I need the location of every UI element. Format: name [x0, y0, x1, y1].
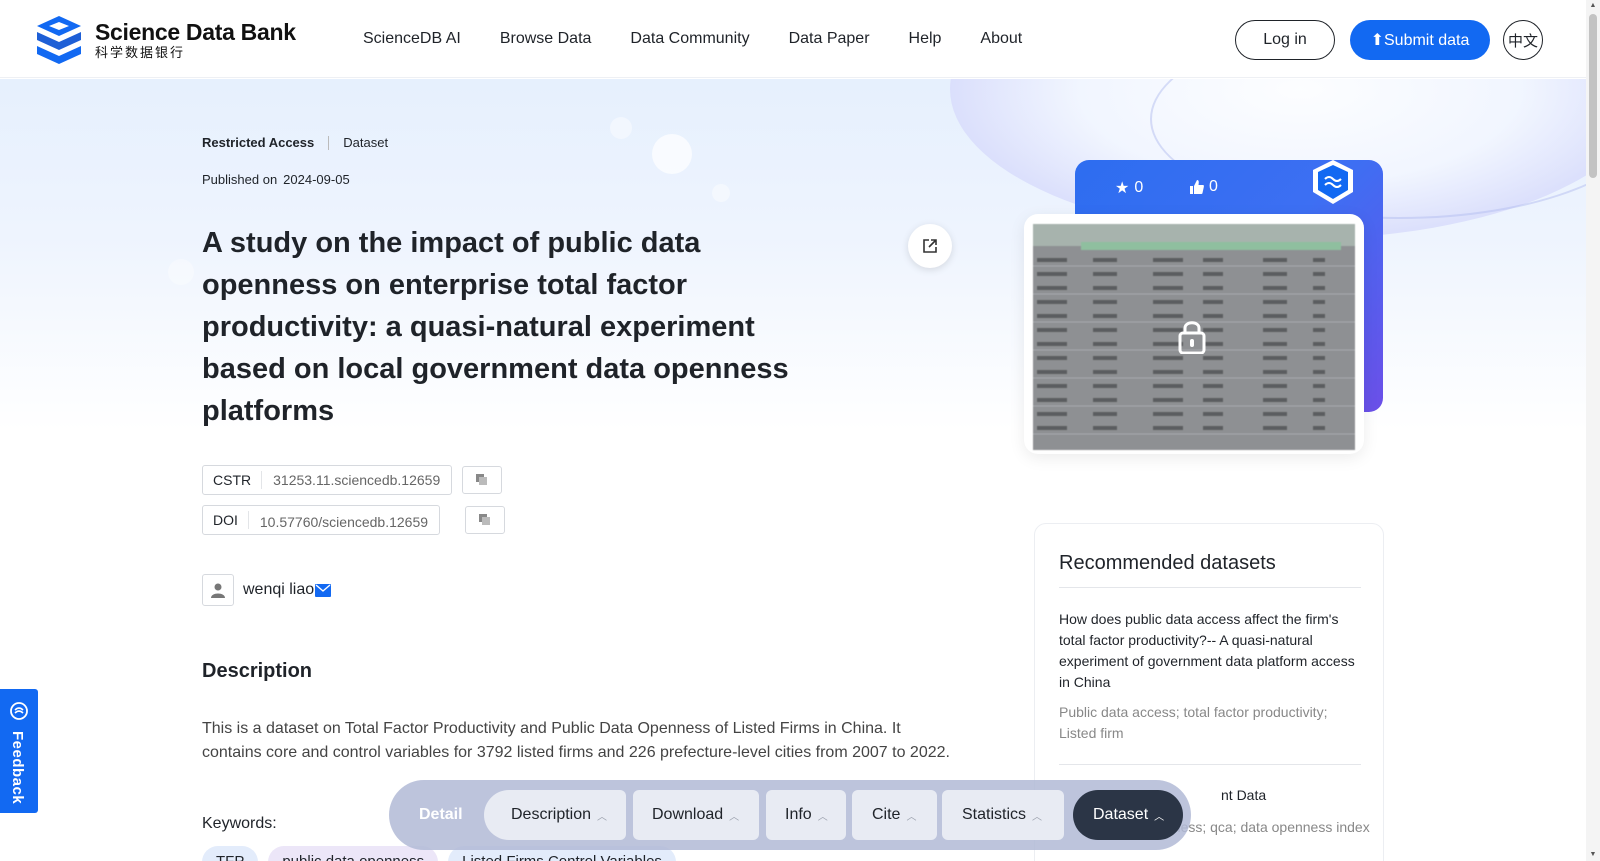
chevron-up-icon: ︿ — [729, 811, 740, 823]
keywords-heading: Keywords: — [202, 815, 277, 832]
recommended-item-keywords: Public data access; total factor product… — [1059, 704, 1328, 741]
published-info: Published on 2024-09-05 — [202, 172, 350, 187]
cstr-label: CSTR — [203, 471, 263, 489]
nav-about[interactable]: About — [980, 30, 1022, 48]
copy-cstr-button[interactable] — [462, 466, 502, 494]
molecule-decoration — [610, 117, 632, 139]
cstr-box: CSTR 31253.11.sciencedb.12659 — [202, 465, 453, 495]
nav-browse-data[interactable]: Browse Data — [500, 30, 592, 48]
nav-sciencedb-ai[interactable]: ScienceDB AI — [363, 30, 461, 48]
divider — [1059, 764, 1361, 765]
logo-mark-icon — [37, 16, 81, 64]
published-date: 2024-09-05 — [283, 172, 350, 187]
description-heading: Description — [202, 660, 313, 682]
recommended-item-title[interactable]: How does public data access affect the f… — [1059, 609, 1364, 693]
tab-download[interactable]: Download ︿ — [633, 790, 759, 840]
chevron-up-icon: ︿ — [1032, 811, 1043, 823]
tab-description[interactable]: Description ︿ — [484, 790, 626, 840]
main-nav: ScienceDB AI Browse Data Data Community … — [363, 30, 1061, 48]
shield-icon — [1313, 160, 1353, 204]
logo-name-cn: 科学数据银行 — [95, 45, 186, 60]
molecule-decoration — [712, 184, 730, 202]
keyword-tag[interactable]: TFP — [202, 846, 259, 861]
section-nav-bar: Detail Description ︿ Download ︿ Info ︿ Cite… — [389, 780, 1191, 850]
tab-statistics-label: Statistics — [962, 806, 1027, 823]
divider — [1059, 587, 1361, 588]
dataset-meta: Restricted Access Dataset — [202, 135, 388, 150]
like-count-value: 0 — [1209, 178, 1218, 195]
nav-data-community[interactable]: Data Community — [630, 30, 749, 48]
tab-cite[interactable]: Cite ︿ — [852, 790, 937, 840]
chevron-up-icon: ︿ — [817, 811, 828, 823]
section-nav-detail-label: Detail — [419, 806, 463, 823]
feedback-label: Feedback — [9, 731, 26, 805]
share-icon — [923, 239, 937, 253]
nav-help[interactable]: Help — [909, 30, 942, 48]
star-count[interactable]: ★ 0 — [1115, 178, 1143, 198]
logo-name-en: Science Data Bank — [95, 19, 296, 45]
tab-statistics[interactable]: Statistics ︿ — [942, 790, 1064, 840]
star-icon: ★ — [1115, 180, 1130, 197]
chevron-up-icon: ︿ — [597, 811, 608, 823]
lock-icon — [1178, 321, 1206, 354]
cstr-value[interactable]: 31253.11.sciencedb.12659 — [262, 472, 451, 488]
molecule-decoration — [168, 259, 194, 285]
page-scrollbar[interactable]: ▲ ▼ — [1586, 0, 1600, 861]
copy-doi-button[interactable] — [465, 506, 505, 534]
mail-icon[interactable] — [315, 583, 332, 597]
meta-divider — [328, 135, 330, 150]
author-avatar — [202, 574, 234, 606]
access-label: Restricted Access — [202, 135, 315, 150]
molecule-decoration — [652, 134, 692, 174]
doi-label: DOI — [203, 511, 249, 529]
feedback-icon — [10, 702, 28, 720]
site-header: Science Data Bank 科学数据银行 ScienceDB AI Br… — [0, 0, 1586, 78]
doi-box: DOI 10.57760/sciencedb.12659 — [202, 505, 441, 535]
author-row: wenqi liao — [202, 574, 332, 606]
dataset-title: A study on the impact of public data ope… — [202, 227, 789, 427]
description-text: This is a dataset on Total Factor Produc… — [202, 720, 950, 761]
scroll-thumb[interactable] — [1589, 14, 1597, 178]
recommended-item-title[interactable]: nt Data — [1221, 787, 1266, 803]
like-count[interactable]: 0 — [1190, 178, 1218, 196]
tab-dataset-label: Dataset — [1093, 806, 1149, 823]
published-label: Published on — [202, 172, 278, 187]
tab-info-label: Info — [785, 806, 812, 823]
copy-icon — [479, 514, 490, 525]
nav-data-paper[interactable]: Data Paper — [789, 30, 870, 48]
dataset-type-label: Dataset — [343, 135, 389, 150]
tab-info[interactable]: Info ︿ — [766, 790, 846, 840]
author-name[interactable]: wenqi liao — [243, 581, 314, 599]
tab-dataset[interactable]: Dataset ︿ — [1073, 790, 1183, 840]
submit-data-label: Submit data — [1384, 32, 1470, 49]
site-logo[interactable]: Science Data Bank 科学数据银行 — [31, 12, 296, 68]
star-count-value: 0 — [1134, 179, 1144, 196]
login-button[interactable]: Log in — [1235, 20, 1335, 60]
scroll-down-arrow-icon[interactable]: ▼ — [1589, 851, 1597, 859]
thumbs-up-icon — [1190, 180, 1204, 194]
recommended-item-keywords: nness; qca; data openness index — [1165, 819, 1370, 835]
submit-data-button[interactable]: ⬆Submit data — [1350, 20, 1490, 60]
tab-description-label: Description — [511, 806, 592, 823]
scroll-up-arrow-icon[interactable]: ▲ — [1589, 2, 1597, 10]
share-button[interactable] — [908, 224, 952, 268]
doi-value[interactable]: 10.57760/sciencedb.12659 — [249, 514, 439, 530]
copy-icon — [476, 474, 487, 485]
tab-download-label: Download — [652, 806, 724, 823]
feedback-tab[interactable]: Feedback — [0, 689, 38, 813]
upload-icon: ⬆ — [1370, 32, 1384, 49]
tab-cite-label: Cite — [872, 806, 901, 823]
language-toggle-button[interactable]: 中文 — [1503, 20, 1543, 60]
chevron-up-icon: ︿ — [1154, 811, 1165, 823]
recommended-heading: Recommended datasets — [1059, 552, 1276, 574]
chevron-up-icon: ︿ — [906, 811, 917, 823]
user-icon — [211, 583, 225, 598]
